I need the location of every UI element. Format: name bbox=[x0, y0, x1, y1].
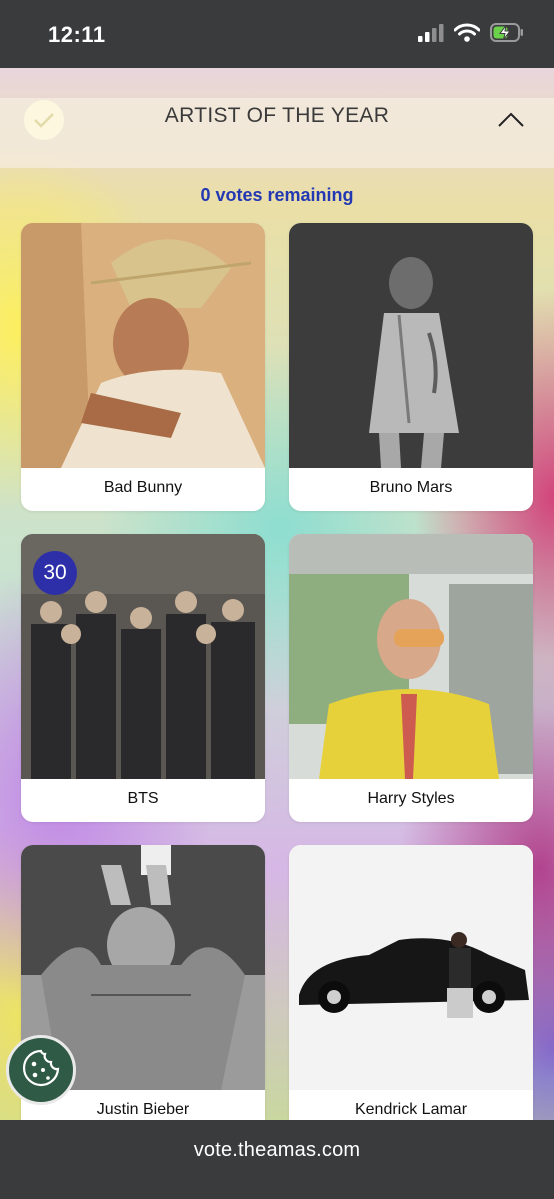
artist-photo bbox=[289, 845, 533, 1090]
artist-card-bruno-mars[interactable]: Bruno Mars bbox=[289, 223, 533, 511]
cookie-settings-button[interactable] bbox=[6, 1035, 76, 1105]
battery-charging-icon bbox=[490, 23, 524, 47]
artist-name: BTS bbox=[127, 790, 159, 807]
signal-icon bbox=[418, 23, 444, 47]
artist-photo bbox=[289, 534, 533, 779]
votes-remaining: 0 votes remaining bbox=[200, 185, 354, 205]
status-icons bbox=[418, 22, 524, 48]
artist-card-kendrick-lamar[interactable]: Kendrick Lamar bbox=[289, 845, 533, 1120]
status-bar: 12:11 bbox=[0, 0, 554, 68]
artist-name: Harry Styles bbox=[367, 790, 455, 807]
artist-name: Bad Bunny bbox=[103, 479, 183, 496]
artist-name: Bruno Mars bbox=[369, 479, 453, 496]
status-time: 12:11 bbox=[48, 22, 106, 47]
url-text[interactable]: vote.theamas.com bbox=[0, 1139, 554, 1162]
vote-count-badge: 30 bbox=[33, 551, 77, 595]
artist-photo bbox=[289, 223, 533, 468]
wifi-icon bbox=[453, 23, 481, 47]
browser-url-bar[interactable]: vote.theamas.com bbox=[0, 1120, 554, 1199]
artist-card-harry-styles[interactable]: Harry Styles bbox=[289, 534, 533, 822]
cookie-icon bbox=[21, 1048, 61, 1093]
artist-card-bts[interactable]: 30 BTS bbox=[21, 534, 265, 822]
chevron-up-icon[interactable] bbox=[498, 106, 524, 132]
artist-card-bad-bunny[interactable]: Bad Bunny bbox=[21, 223, 265, 511]
category-title: ARTIST OF THE YEAR bbox=[164, 104, 390, 127]
voting-page: ARTIST OF THE YEAR 0 votes remaining Bad… bbox=[0, 68, 554, 1120]
artist-name: Kendrick Lamar bbox=[354, 1101, 468, 1118]
artist-photo bbox=[21, 223, 265, 468]
artist-name: Justin Bieber bbox=[96, 1101, 190, 1118]
